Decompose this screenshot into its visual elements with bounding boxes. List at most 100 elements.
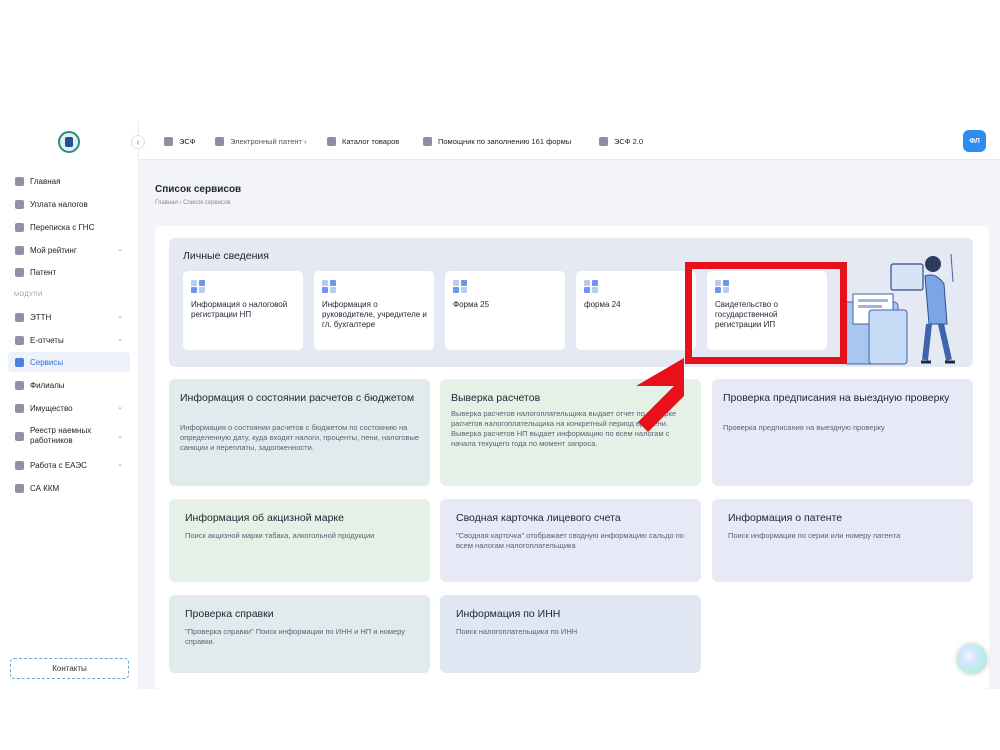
section-title: Личные сведения bbox=[183, 250, 269, 262]
service-card-inn-info[interactable]: Информация по ИНН Поиск налогоплательщика… bbox=[440, 595, 701, 673]
sidebar-item-e-reports[interactable]: Е-отчеты ⌄ bbox=[8, 330, 130, 350]
card-title: Информация по ИНН bbox=[456, 608, 561, 620]
sidebar-item-home[interactable]: Главная bbox=[8, 171, 130, 191]
sidebar-item-eaeu[interactable]: Работа с ЕАЭС ⌄ bbox=[8, 455, 130, 475]
sidebar-item-label: СА ККМ bbox=[30, 483, 60, 493]
grid-icon bbox=[322, 280, 336, 293]
sidebar-item-label: Имущество bbox=[30, 403, 73, 413]
sidebar-item-label: Реестр наемных работников bbox=[30, 426, 92, 445]
sidebar-item-patent[interactable]: Патент bbox=[8, 262, 130, 282]
personal-card-director-info[interactable]: Информация о руководителе, учредителе и … bbox=[314, 271, 434, 350]
card-description: Поиск налогоплательщика по ИНН bbox=[456, 627, 578, 636]
card-description: "Сводная карточка" отображает сводную ин… bbox=[456, 531, 684, 550]
card-title: Информация о патенте bbox=[728, 512, 843, 524]
logo-icon bbox=[58, 131, 80, 153]
chevron-down-icon: ⌄ bbox=[117, 313, 123, 320]
person-with-folders-illustration bbox=[842, 253, 955, 365]
chevron-down-icon: ⌄ bbox=[117, 246, 123, 253]
card-title: Информация об акцизной марке bbox=[185, 512, 344, 524]
service-card-excise-stamp[interactable]: Информация об акцизной марке Поиск акцизн… bbox=[169, 499, 430, 582]
topbar-item-label: Каталог товаров bbox=[342, 136, 400, 146]
sidebar-item-branches[interactable]: Филиалы bbox=[8, 375, 130, 395]
sidebar-item-label: Мой рейтинг bbox=[30, 245, 77, 255]
assistant-orb-button[interactable] bbox=[957, 644, 987, 674]
personal-info-section: Личные сведения Информация о налоговой р… bbox=[169, 238, 973, 367]
card-title: Проверка справки bbox=[185, 608, 274, 620]
card-description: Информация о состоянии расчетов с бюджет… bbox=[180, 423, 420, 452]
sidebar-item-label: Уплата налогов bbox=[30, 199, 88, 209]
sidebar-item-label: Сервисы bbox=[30, 357, 64, 367]
sidebar-item-label: Е-отчеты bbox=[30, 335, 64, 345]
topbar-item-esf2[interactable]: ЭСФ 2.0 bbox=[599, 135, 643, 147]
document-icon bbox=[15, 267, 24, 277]
top-navigation: ЭСФ Электронный патент › Каталог товаров… bbox=[139, 122, 1000, 160]
chevron-down-icon: ⌄ bbox=[117, 433, 123, 440]
topbar-item-label: ЭСФ 2.0 bbox=[614, 136, 644, 146]
topbar-item-label: Электронный патент › bbox=[230, 136, 307, 146]
chevron-down-icon: ⌄ bbox=[117, 404, 123, 411]
topbar-item-label: Помощник по заполнению 161 формы bbox=[438, 136, 572, 146]
sidebar-item-label: Работа с ЕАЭС bbox=[30, 460, 87, 470]
personal-card-tax-registration[interactable]: Информация о налоговой регистрации НП bbox=[183, 271, 303, 350]
chevron-down-icon: ⌄ bbox=[117, 461, 123, 468]
topbar-item-e-patent[interactable]: Электронный патент › bbox=[215, 135, 307, 147]
sidebar: Главная Уплата налогов Переписка с ГНС М… bbox=[0, 122, 139, 689]
card-description: Поиск информации по серии или номеру пат… bbox=[728, 531, 901, 540]
service-card-patent-info[interactable]: Информация о патенте Поиск информации по … bbox=[712, 499, 973, 582]
patent-icon bbox=[215, 136, 224, 146]
sidebar-item-correspondence[interactable]: Переписка с ГНС bbox=[8, 217, 130, 237]
collapse-sidebar-icon[interactable]: ‹ bbox=[131, 135, 145, 149]
esf-icon bbox=[164, 136, 173, 146]
sidebar-item-property[interactable]: Имущество ⌄ bbox=[8, 398, 130, 418]
user-avatar[interactable]: ФЛ bbox=[963, 130, 986, 152]
service-card-inspection-order[interactable]: Проверка предписания на выездную проверк… bbox=[712, 379, 973, 486]
property-icon bbox=[15, 403, 24, 413]
card-description: Проверка предписания на выездную проверк… bbox=[723, 423, 885, 432]
arrow-up-right-icon bbox=[636, 358, 684, 432]
highlight-frame bbox=[685, 262, 847, 364]
sidebar-item-ettn[interactable]: ЭТТН ⌄ bbox=[8, 307, 130, 327]
helper-icon bbox=[423, 136, 432, 146]
sidebar-item-label: Филиалы bbox=[30, 380, 65, 390]
card-title: Информация о состоянии расчетов с бюджет… bbox=[180, 392, 415, 404]
home-icon bbox=[15, 176, 24, 186]
contacts-button[interactable]: Контакты bbox=[10, 658, 129, 679]
mail-icon bbox=[15, 222, 24, 232]
sidebar-item-label: ЭТТН bbox=[30, 312, 52, 322]
truck-icon bbox=[15, 312, 24, 322]
sidebar-item-services[interactable]: Сервисы bbox=[8, 352, 130, 372]
employees-icon bbox=[15, 431, 24, 441]
breadcrumb[interactable]: Главная › Список сервисов bbox=[155, 200, 231, 206]
service-card-certificate-check[interactable]: Проверка справки "Проверка справки" Поиск… bbox=[169, 595, 430, 673]
grid-icon bbox=[584, 280, 598, 293]
topbar-item-form161-helper[interactable]: Помощник по заполнению 161 формы bbox=[423, 135, 571, 147]
card-title: Сводная карточка лицевого счета bbox=[456, 512, 621, 524]
topbar-item-esf[interactable]: ЭСФ bbox=[164, 135, 196, 147]
globe-icon bbox=[15, 460, 24, 470]
catalog-icon bbox=[327, 136, 336, 146]
sidebar-item-rating[interactable]: Мой рейтинг ⌄ bbox=[8, 240, 130, 260]
topbar-item-label: ЭСФ bbox=[179, 136, 196, 146]
card-title: Проверка предписания на выездную проверк… bbox=[723, 392, 950, 404]
sidebar-item-kkm[interactable]: СА ККМ bbox=[8, 478, 130, 498]
modules-heading: МОДУЛИ bbox=[14, 292, 43, 298]
card-label: Форма 25 bbox=[453, 300, 490, 309]
personal-card-form25[interactable]: Форма 25 bbox=[445, 271, 565, 350]
card-label: Информация о налоговой регистрации НП bbox=[191, 300, 288, 319]
sidebar-item-label: Патент bbox=[30, 267, 57, 277]
topbar-item-catalog[interactable]: Каталог товаров bbox=[327, 135, 399, 147]
sidebar-item-label: Переписка с ГНС bbox=[30, 222, 95, 232]
service-card-budget-settlements[interactable]: Информация о состоянии расчетов с бюджет… bbox=[169, 379, 430, 486]
payment-icon bbox=[15, 199, 24, 209]
card-description: "Проверка справки" Поиск информации по И… bbox=[185, 627, 406, 646]
grid-icon bbox=[453, 280, 467, 293]
sidebar-item-employees-registry[interactable]: Реестр наемных работников ⌄ bbox=[8, 423, 130, 449]
branches-icon bbox=[15, 380, 24, 390]
card-label: форма 24 bbox=[584, 300, 621, 309]
card-description: Поиск акцизной марки табака, алкогольной… bbox=[185, 531, 375, 540]
service-card-account-summary[interactable]: Сводная карточка лицевого счета "Сводная … bbox=[440, 499, 701, 582]
chevron-down-icon: ⌄ bbox=[117, 336, 123, 343]
sidebar-item-tax-payment[interactable]: Уплата налогов bbox=[8, 194, 130, 214]
reports-icon bbox=[15, 335, 24, 345]
personal-card-form24[interactable]: форма 24 bbox=[576, 271, 696, 350]
